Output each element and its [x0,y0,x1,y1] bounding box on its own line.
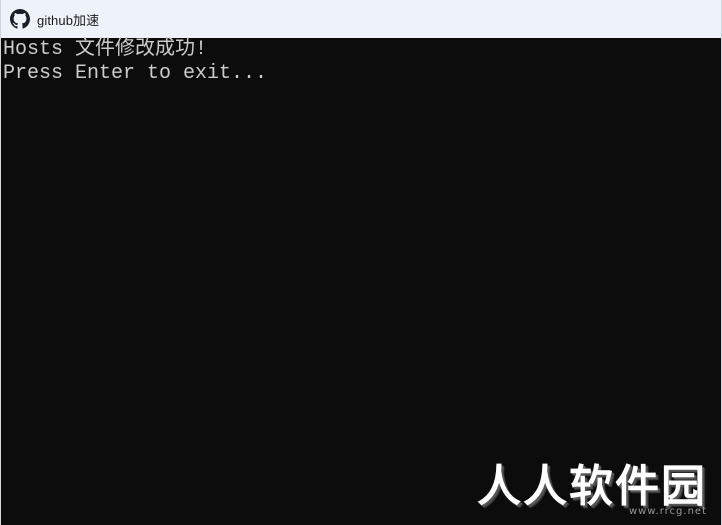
console-window: github加速 Hosts 文件修改成功! Press Enter to ex… [0,0,722,525]
console-output[interactable]: Hosts 文件修改成功! Press Enter to exit... [1,38,721,525]
watermark-logo-text: 人人软件园 [477,461,707,512]
watermark: 人人软件园 www.rrcg.net [477,463,707,517]
console-line-prompt: Press Enter to exit... [3,62,268,85]
window-title: github加速 [37,12,100,28]
title-bar[interactable]: github加速 [1,0,721,38]
console-line-success: Hosts 文件修改成功! [3,38,208,61]
github-icon [10,9,30,29]
